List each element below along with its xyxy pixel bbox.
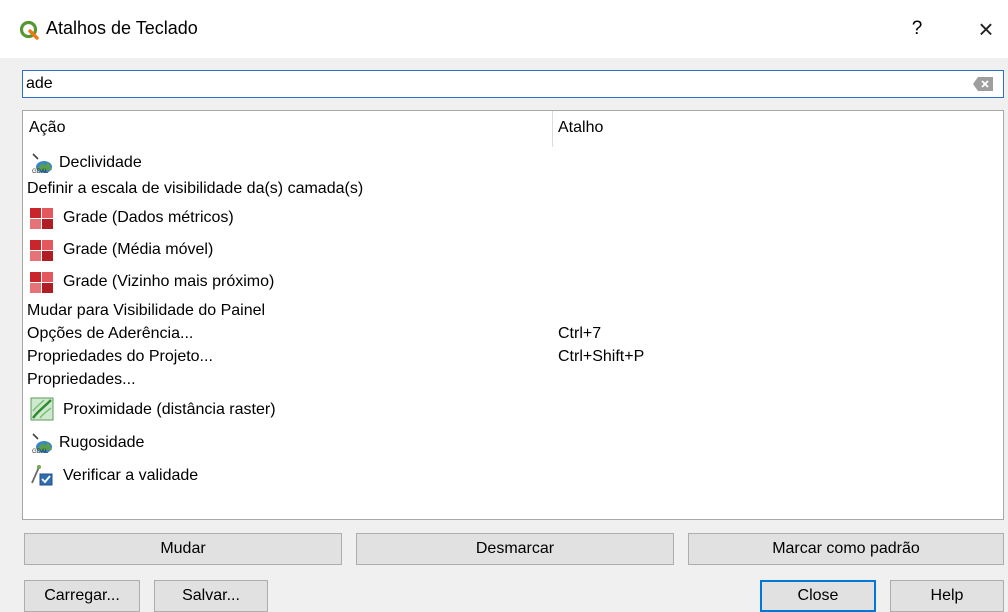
row-label: Definir a escala de visibilidade da(s) c… [27,180,364,197]
help-button[interactable]: Help [890,580,1004,612]
terrain-roughness-icon: GDAL [32,433,52,454]
close-button[interactable]: Close [760,580,876,612]
table-row[interactable]: Propriedades... [23,368,1003,394]
svg-text:GDAL: GDAL [32,169,49,174]
grid-raster-icon [30,240,53,261]
window-title: Atalhos de Teclado [46,18,198,38]
clear-text-icon[interactable] [973,77,993,91]
proximity-raster-icon [30,397,54,421]
table-row[interactable]: Definir a escala de visibilidade da(s) c… [23,177,1003,203]
check-validity-icon [31,465,53,486]
set-default-button[interactable]: Marcar como padrão [688,533,1004,565]
clear-shortcut-button[interactable]: Desmarcar [356,533,674,565]
svg-text:GDAL: GDAL [32,449,49,454]
grid-raster-icon [30,208,53,229]
terrain-slope-icon: GDAL [32,153,52,174]
table-row[interactable]: GDAL Rugosidade [23,429,1003,455]
table-row[interactable]: Grade (Dados métricos) [23,205,1003,231]
context-help-button[interactable]: ? [902,14,932,44]
qgis-logo-icon [19,20,39,40]
row-label: Mudar para Visibilidade do Painel [27,302,266,319]
load-button[interactable]: Carregar... [24,580,140,612]
table-row[interactable]: GDAL Declividade [23,149,1003,175]
column-header-shortcut[interactable]: Atalho [558,119,603,137]
row-label: Rugosidade [59,434,145,451]
row-label: Grade (Dados métricos) [63,209,234,226]
row-label: Grade (Média móvel) [63,241,214,258]
column-divider [552,111,553,147]
change-shortcut-button[interactable]: Mudar [24,533,342,565]
save-button[interactable]: Salvar... [154,580,268,612]
row-label: Grade (Vizinho mais próximo) [63,273,275,290]
shortcuts-table: Ação Atalho GDAL Declividade Definir a e… [22,110,1004,520]
row-label: Declividade [59,154,142,171]
row-label: Opções de Aderência... [27,325,194,342]
row-label: Propriedades do Projeto... [27,348,213,365]
column-header-action[interactable]: Ação [29,119,65,137]
grid-raster-icon [30,272,53,293]
search-box [22,70,1004,98]
table-row[interactable]: Grade (Média móvel) [23,237,1003,263]
row-label: Propriedades... [27,371,136,388]
row-label: Verificar a validade [63,467,199,484]
close-window-button[interactable]: × [968,12,1004,46]
row-shortcut: Ctrl+7 [558,325,602,342]
row-shortcut: Ctrl+Shift+P [558,348,645,365]
search-input[interactable] [26,73,956,95]
table-row[interactable]: Verificar a validade [23,462,1003,488]
title-bar: Atalhos de Teclado ? × [0,0,1008,58]
table-row[interactable]: Proximidade (distância raster) [23,396,1003,422]
table-row[interactable]: Grade (Vizinho mais próximo) [23,269,1003,295]
row-label: Proximidade (distância raster) [63,401,276,418]
